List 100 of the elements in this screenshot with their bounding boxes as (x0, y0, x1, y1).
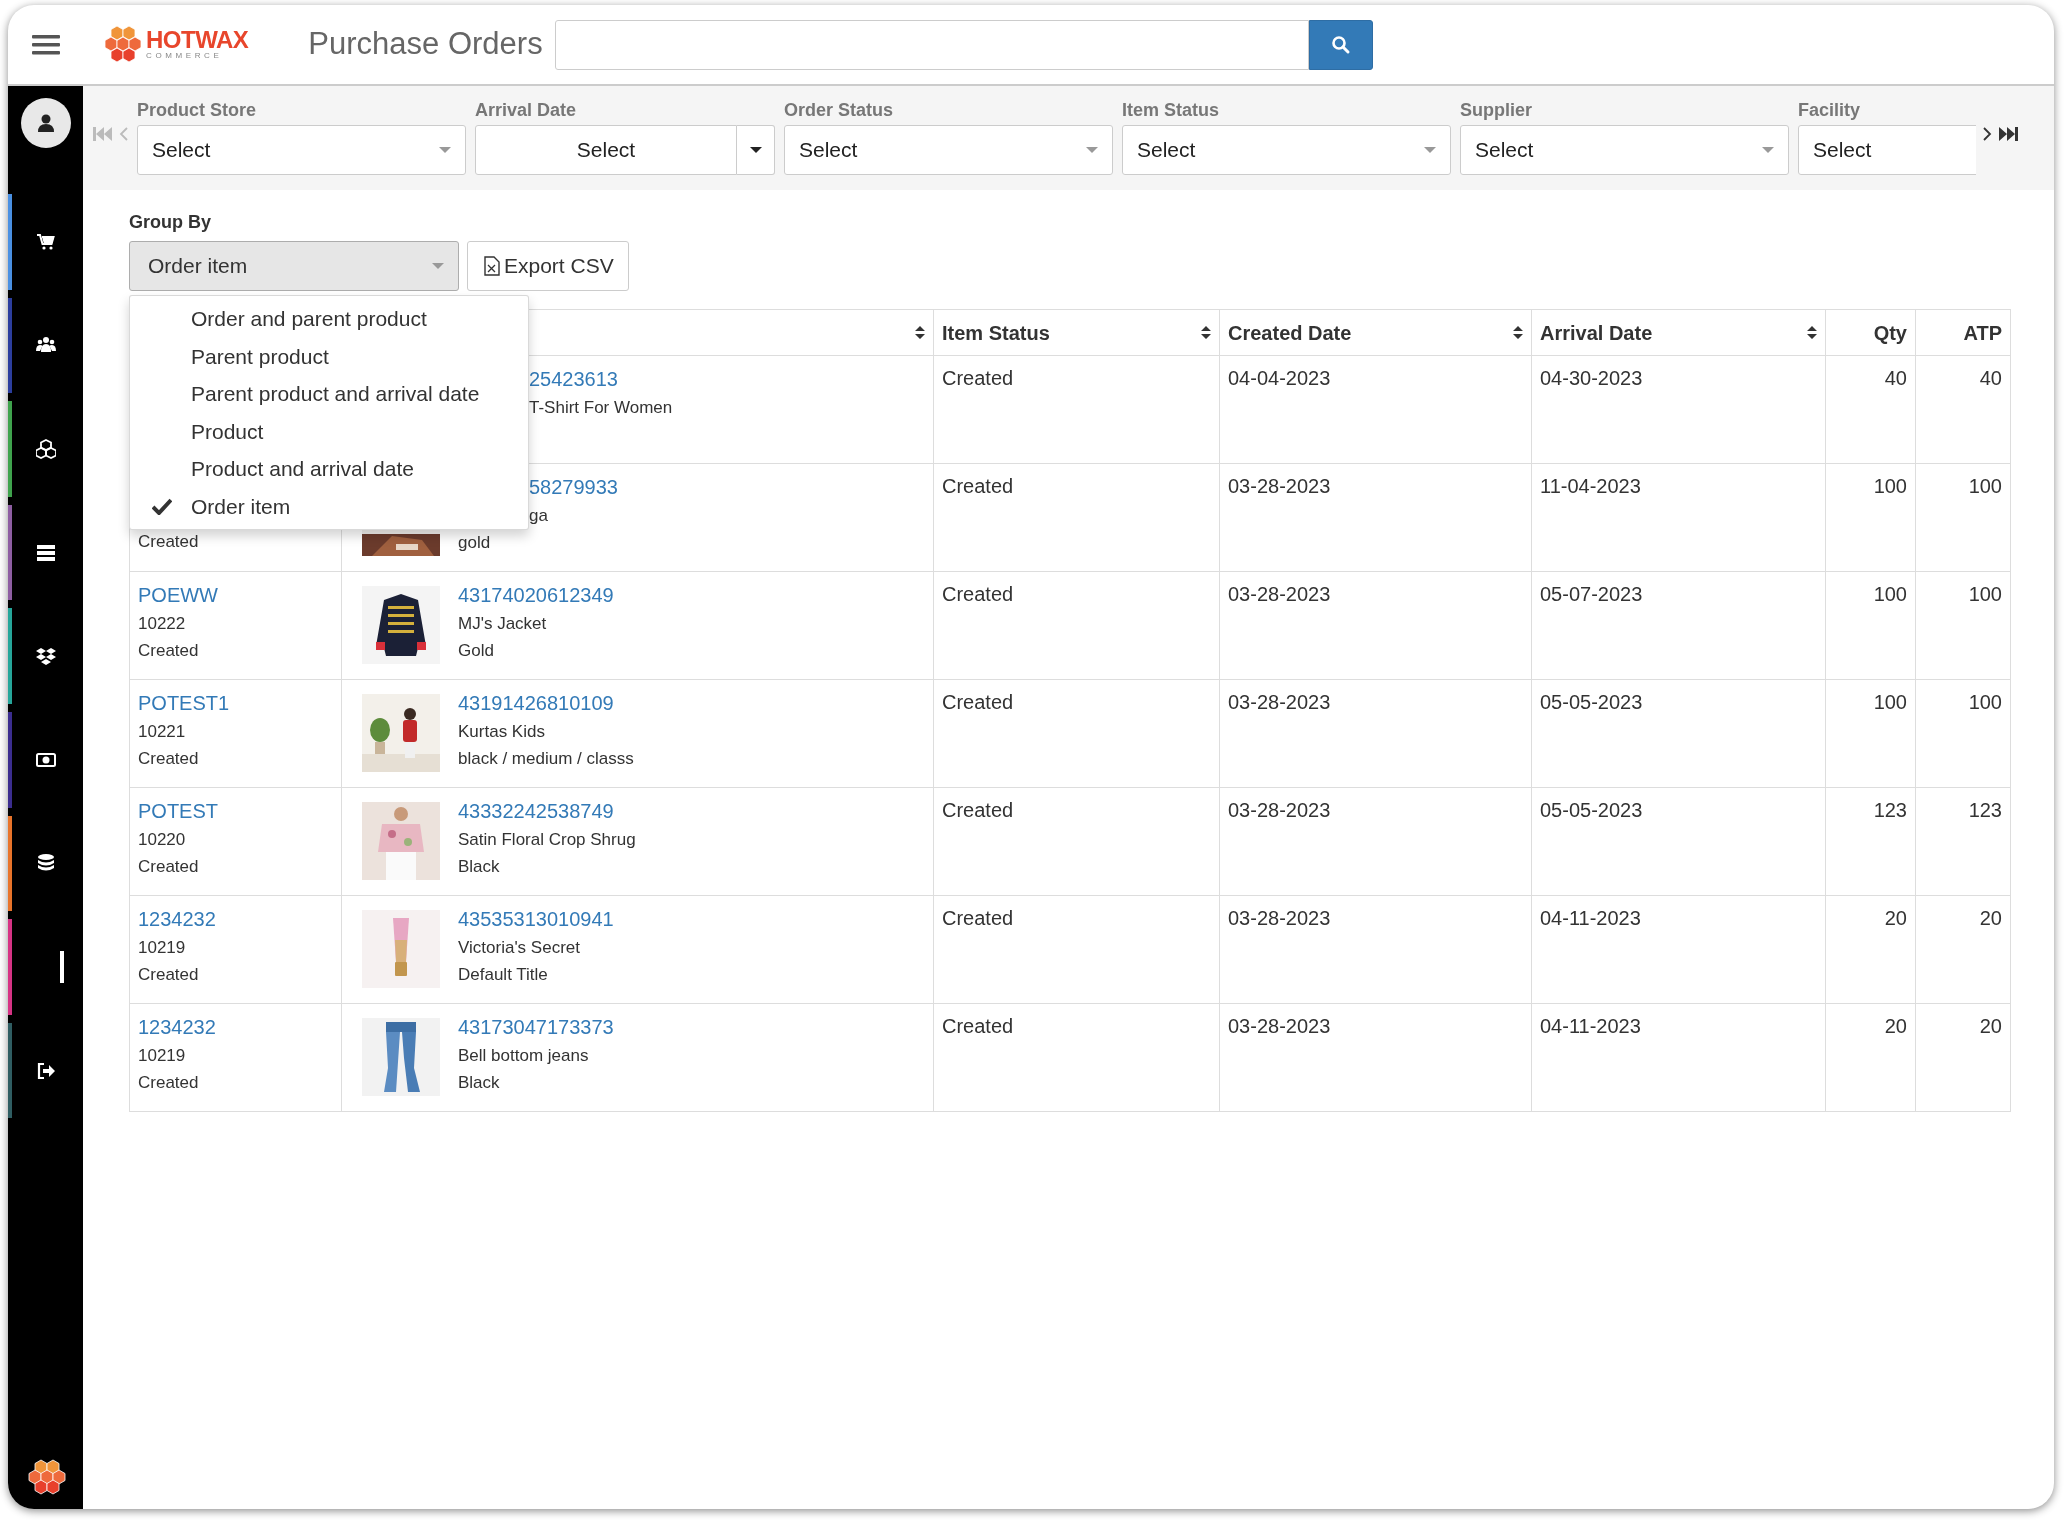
caret-icon (432, 263, 444, 269)
bar-icon[interactable] (59, 950, 64, 983)
caret-icon (1762, 147, 1774, 153)
order-link[interactable]: POTEST (138, 797, 218, 825)
product-detail: gold (458, 532, 491, 554)
page-title: Purchase Orders (308, 25, 543, 64)
filter-label: Supplier (1460, 100, 1533, 120)
logo-icon (26, 1457, 66, 1497)
table-cell: 04-11-2023 (1531, 1003, 1826, 1112)
table-cell: 05-05-2023 (1531, 787, 1826, 896)
order-number: 10221 (138, 721, 186, 743)
menu-icon[interactable] (32, 33, 60, 56)
order-link[interactable]: 1234232 (138, 1013, 216, 1041)
product-link[interactable]: 58279933 (529, 473, 618, 501)
order-status: Created (138, 856, 199, 878)
product-detail: Victoria's Secret (458, 937, 580, 959)
table-cell: Created (933, 895, 1220, 1004)
order-link[interactable]: POEWW (138, 581, 218, 609)
chevron-right-icon[interactable] (1982, 126, 1992, 142)
filter-label: Order Status (784, 100, 895, 120)
table-cell: Created (933, 1003, 1220, 1112)
table-cell: 03-28-2023 (1219, 571, 1532, 680)
table-cell: 04-04-2023 (1219, 355, 1532, 464)
table-cell: 100 (1825, 679, 1916, 788)
user-icon (35, 113, 56, 133)
cart-icon[interactable] (35, 231, 56, 252)
caret-icon (1424, 147, 1436, 153)
product-detail: Default Title (458, 964, 548, 986)
sign-out-icon[interactable] (35, 1060, 56, 1081)
column-header: ATP (1963, 320, 2002, 346)
product-detail: Black (458, 1072, 500, 1094)
table-cell: 20 (1825, 895, 1916, 1004)
server-icon[interactable] (35, 542, 56, 563)
table-cell: 11-04-2023 (1531, 463, 1826, 572)
product-link[interactable]: 43535313010941 (458, 905, 614, 933)
logo-icon (104, 24, 142, 65)
product-detail: Kurtas Kids (458, 721, 545, 743)
filter-select[interactable]: Select (137, 125, 466, 175)
product-link[interactable]: 43332242538749 (458, 797, 614, 825)
sort-icon[interactable] (1807, 326, 1817, 339)
order-status: Created (138, 531, 199, 553)
order-number: 10219 (138, 937, 186, 959)
menu-item[interactable]: Product (130, 412, 528, 450)
table-cell: 03-28-2023 (1219, 895, 1532, 1004)
filter-select[interactable]: Select (784, 125, 1113, 175)
dropdown-toggle-button[interactable] (737, 125, 775, 175)
table-cell: Created (933, 571, 1220, 680)
search-field[interactable] (554, 19, 1309, 70)
table-cell: 04-11-2023 (1531, 895, 1826, 1004)
table-cell: 20 (1825, 1003, 1916, 1112)
table-cell: Created (933, 679, 1220, 788)
filter-select[interactable]: Select (475, 125, 737, 175)
filter-label: Item Status (1122, 100, 1221, 120)
table-cell: 20 (1915, 1003, 2011, 1112)
sort-icon[interactable] (1513, 326, 1523, 339)
menu-item[interactable]: Order item (130, 487, 528, 525)
brand-tagline: COMMERCE (146, 51, 224, 60)
filter-select[interactable]: Select (1460, 125, 1789, 175)
product-link[interactable]: 43174020612349 (458, 581, 614, 609)
filter-select[interactable]: Select (1798, 125, 1976, 175)
user-avatar[interactable] (20, 98, 71, 148)
table-cell: 05-07-2023 (1531, 571, 1826, 680)
sort-icon[interactable] (915, 326, 925, 339)
table-cell: Created (933, 463, 1220, 572)
sort-icon[interactable] (1201, 326, 1211, 339)
group-by-select[interactable]: Order item (129, 241, 459, 291)
order-number: 10220 (138, 829, 186, 851)
menu-item[interactable]: Order and parent product (130, 300, 528, 338)
search-icon (1330, 34, 1351, 55)
table-cell: 40 (1915, 355, 2011, 464)
column-header: Qty (1873, 320, 1907, 346)
product-link[interactable]: 25423613 (529, 365, 618, 393)
menu-item[interactable]: Parent product (130, 337, 528, 375)
table-cell: 03-28-2023 (1219, 787, 1532, 896)
group-by-label: Group By (129, 212, 212, 232)
table-cell: 100 (1825, 463, 1916, 572)
order-status: Created (138, 1072, 199, 1094)
order-number: 10219 (138, 1045, 186, 1067)
brand-name: HOTWAX (146, 29, 249, 51)
cubes-icon[interactable] (35, 439, 56, 459)
boxes-icon[interactable] (35, 646, 56, 667)
caret-icon (439, 147, 451, 153)
product-detail: Gold (458, 640, 494, 662)
search-button[interactable] (1308, 19, 1373, 70)
order-link[interactable]: POTEST1 (138, 689, 230, 717)
table-cell: 03-28-2023 (1219, 1003, 1532, 1112)
last-page-icon[interactable] (1998, 126, 2018, 142)
filter-select[interactable]: Select (1122, 125, 1451, 175)
product-detail: black / medium / classs (458, 748, 634, 770)
order-status: Created (138, 748, 199, 770)
product-link[interactable]: 43191426810109 (458, 689, 614, 717)
order-link[interactable]: 1234232 (138, 905, 216, 933)
product-link[interactable]: 43173047173373 (458, 1013, 614, 1041)
order-status: Created (138, 964, 199, 986)
table-cell: 03-28-2023 (1219, 463, 1532, 572)
menu-item[interactable]: Parent product and arrival date (130, 375, 528, 413)
table-cell: 123 (1915, 787, 2011, 896)
menu-item[interactable]: Product and arrival date (130, 450, 528, 488)
table-cell: 100 (1915, 571, 2011, 680)
export-button[interactable]: Export CSV (467, 241, 629, 291)
